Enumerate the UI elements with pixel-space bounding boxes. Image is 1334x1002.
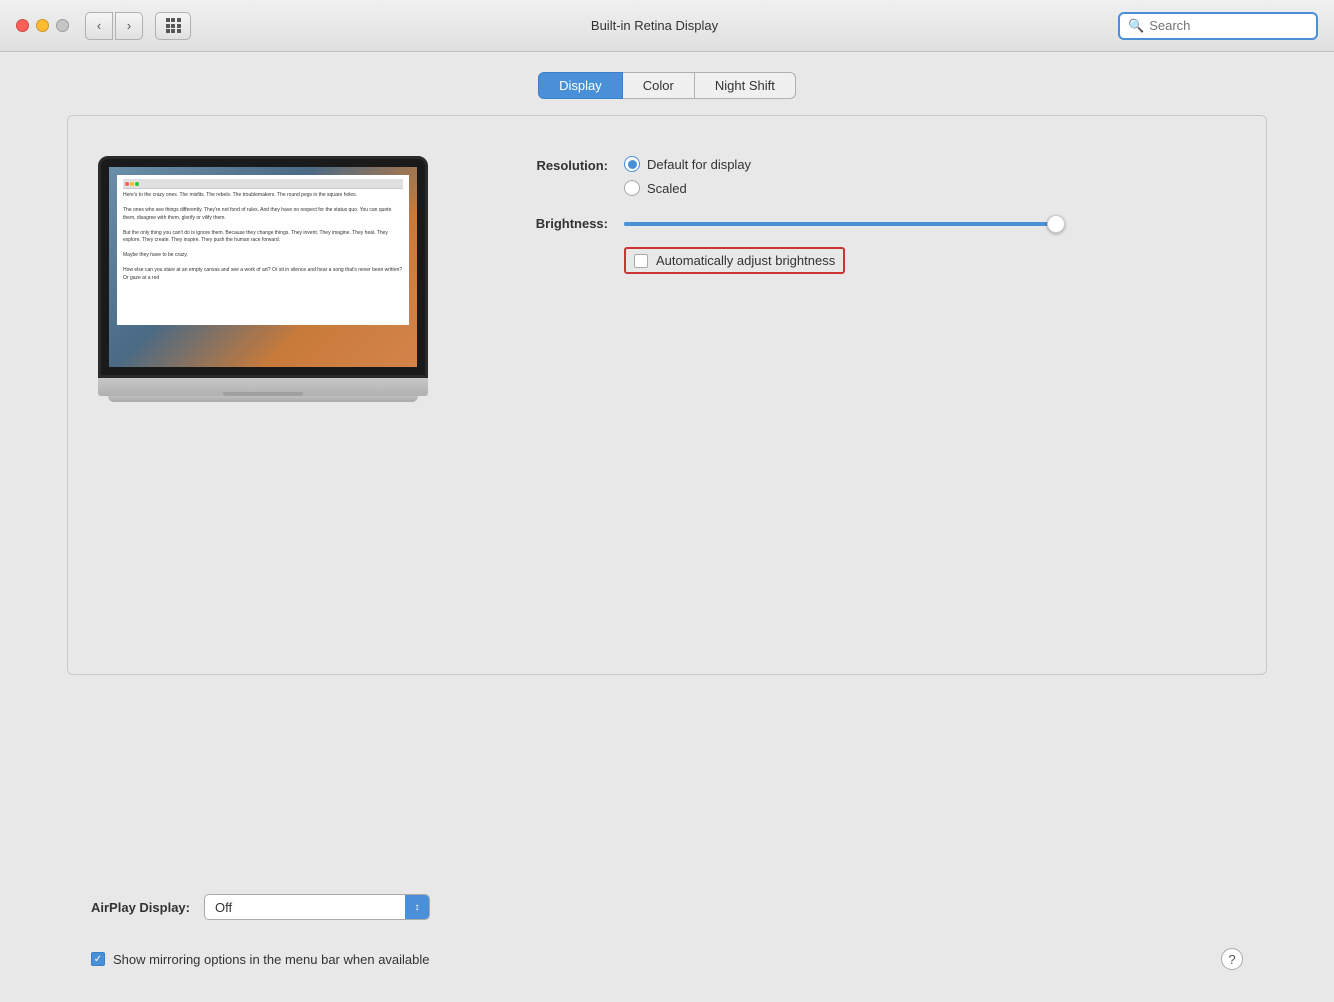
search-box[interactable]: 🔍 <box>1118 12 1318 40</box>
airplay-label: AirPlay Display: <box>91 900 190 915</box>
auto-brightness-label: Automatically adjust brightness <box>656 253 835 268</box>
mirror-label: Show mirroring options in the menu bar w… <box>113 952 430 967</box>
brightness-label: Brightness: <box>488 216 608 231</box>
minimize-button[interactable] <box>36 19 49 32</box>
screen-body-text: Here's to the crazy ones. The misfits. T… <box>123 192 403 282</box>
titlebar: ‹ › Built-in Retina Display 🔍 <box>0 0 1334 52</box>
scaled-label: Scaled <box>647 181 687 196</box>
radio-default-btn[interactable] <box>624 156 640 172</box>
mirror-checkbox[interactable]: ✓ <box>91 952 105 966</box>
search-icon: 🔍 <box>1128 18 1144 34</box>
settings-panel: Here's to the crazy ones. The misfits. T… <box>67 115 1267 675</box>
resolution-controls: Default for display Scaled <box>624 156 751 196</box>
radio-scaled[interactable]: Scaled <box>624 180 751 196</box>
bottom-section: AirPlay Display: Off ↕ ✓ Show mirroring … <box>67 878 1267 982</box>
maximize-button[interactable] <box>56 19 69 32</box>
main-content: Display Color Night Shift <box>0 52 1334 1002</box>
airplay-select[interactable]: Off ↕ <box>204 894 430 920</box>
airplay-value: Off <box>205 900 405 915</box>
airplay-row: AirPlay Display: Off ↕ <box>67 878 1267 936</box>
laptop: Here's to the crazy ones. The misfits. T… <box>98 156 428 402</box>
laptop-base <box>98 378 428 396</box>
tab-color[interactable]: Color <box>623 72 695 99</box>
auto-brightness-highlight: Automatically adjust brightness <box>624 247 845 274</box>
laptop-illustration: Here's to the crazy ones. The misfits. T… <box>98 156 428 402</box>
screen-content: Here's to the crazy ones. The misfits. T… <box>109 167 417 367</box>
grid-icon <box>166 18 181 33</box>
back-button[interactable]: ‹ <box>85 12 113 40</box>
mirror-row: ✓ Show mirroring options in the menu bar… <box>67 936 1267 982</box>
radio-default-display[interactable]: Default for display <box>624 156 751 172</box>
laptop-screen-inner: Here's to the crazy ones. The misfits. T… <box>109 167 417 367</box>
mirror-option[interactable]: ✓ Show mirroring options in the menu bar… <box>91 952 430 967</box>
slider-thumb[interactable] <box>1047 215 1065 233</box>
window-title: Built-in Retina Display <box>199 18 1110 33</box>
slider-track <box>624 222 1064 226</box>
laptop-foot <box>108 396 418 402</box>
brightness-row: Brightness: <box>488 216 1236 231</box>
resolution-label: Resolution: <box>488 156 608 173</box>
help-button[interactable]: ? <box>1221 948 1243 970</box>
close-button[interactable] <box>16 19 29 32</box>
tabs-bar: Display Color Night Shift <box>538 72 796 99</box>
tab-night-shift[interactable]: Night Shift <box>695 72 796 99</box>
auto-brightness-row: Automatically adjust brightness <box>624 247 1236 274</box>
default-display-label: Default for display <box>647 157 751 172</box>
nav-buttons: ‹ › <box>85 12 143 40</box>
brightness-slider[interactable] <box>624 222 1064 226</box>
grid-button[interactable] <box>155 12 191 40</box>
forward-button[interactable]: › <box>115 12 143 40</box>
auto-brightness-checkbox[interactable] <box>634 254 648 268</box>
slider-fill <box>624 222 1020 226</box>
laptop-screen-outer: Here's to the crazy ones. The misfits. T… <box>98 156 428 378</box>
tab-display[interactable]: Display <box>538 72 623 99</box>
settings-section: Resolution: Default for display Scaled B… <box>488 146 1236 284</box>
traffic-lights <box>16 19 69 32</box>
select-arrow-icon[interactable]: ↕ <box>405 895 429 919</box>
resolution-row: Resolution: Default for display Scaled <box>488 156 1236 196</box>
radio-scaled-btn[interactable] <box>624 180 640 196</box>
search-input[interactable] <box>1149 18 1308 33</box>
screen-text: Here's to the crazy ones. The misfits. T… <box>117 175 409 325</box>
